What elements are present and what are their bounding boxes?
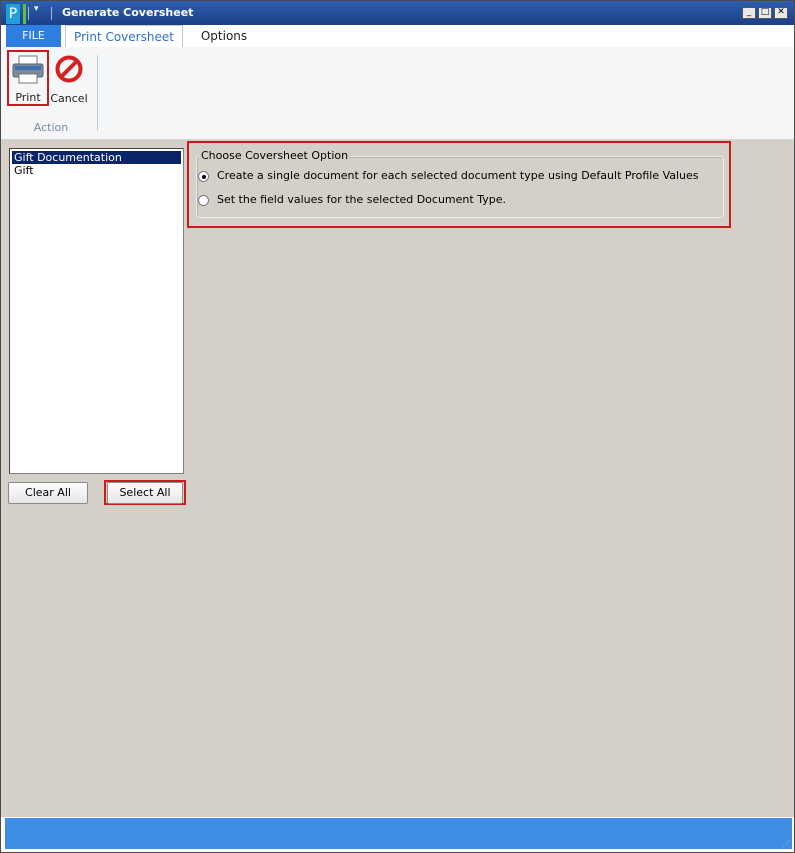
tab-print-coversheet[interactable]: Print Coversheet: [65, 25, 183, 48]
minimize-button[interactable]: _: [742, 7, 756, 19]
maximize-button[interactable]: □: [758, 7, 772, 19]
tab-file[interactable]: FILE: [6, 25, 61, 47]
list-item[interactable]: Gift Documentation: [12, 151, 181, 164]
main-content: Gift Documentation Gift Clear All Select…: [1, 140, 794, 817]
ribbon-group-separator: [97, 55, 98, 131]
clear-all-button[interactable]: Clear All: [8, 482, 88, 504]
document-type-list[interactable]: Gift Documentation Gift: [9, 148, 184, 474]
cancel-label: Cancel: [50, 92, 88, 105]
print-button[interactable]: Print: [7, 50, 49, 106]
cancel-icon: [55, 55, 83, 83]
app-logo-letter: P: [8, 6, 18, 22]
close-button[interactable]: ✕: [774, 7, 788, 19]
select-all-button[interactable]: Select All: [107, 482, 183, 504]
list-item[interactable]: Gift: [12, 164, 181, 177]
coversheet-option-title: Choose Coversheet Option: [199, 149, 351, 162]
app-logo-icon: P: [6, 4, 26, 24]
radio-label: Create a single document for each select…: [217, 169, 699, 182]
radio-dot: [202, 175, 206, 179]
radio-button-checked[interactable]: [198, 171, 209, 182]
generate-coversheet-window: P ▾ Generate Coversheet _ □ ✕ FILE Print…: [0, 0, 795, 853]
resize-grip-icon[interactable]: ⋰: [782, 839, 790, 848]
tab-options[interactable]: Options: [191, 25, 257, 47]
app-logo-bar: [23, 4, 26, 24]
print-label: Print: [15, 91, 41, 104]
ribbon-tab-row: FILE Print Coversheet Options: [1, 25, 794, 48]
window-title: Generate Coversheet: [62, 6, 194, 19]
quick-access-separator: [28, 7, 29, 20]
ribbon-group-label: Action: [33, 121, 69, 134]
coversheet-option-group: [196, 156, 724, 218]
ribbon-panel: Print Cancel Action: [1, 47, 794, 140]
quick-access-dropdown-icon[interactable]: ▾: [34, 4, 39, 14]
title-bar: P ▾ Generate Coversheet _ □ ✕: [1, 1, 794, 25]
status-bar: ⋰: [5, 818, 792, 849]
printer-icon: [12, 55, 44, 84]
radio-label: Set the field values for the selected Do…: [217, 193, 506, 206]
quick-access-separator-2: [51, 7, 52, 20]
radio-button[interactable]: [198, 195, 209, 206]
cancel-button[interactable]: Cancel: [49, 51, 89, 105]
